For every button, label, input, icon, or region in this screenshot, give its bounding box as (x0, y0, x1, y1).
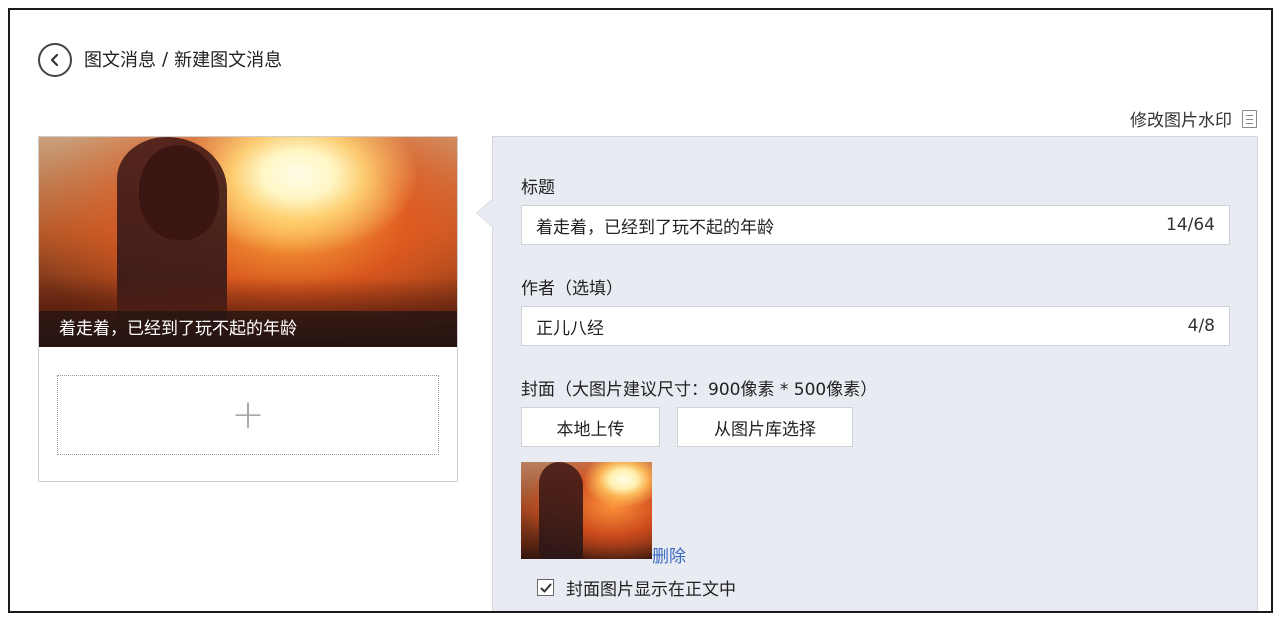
delete-cover-link[interactable]: 删除 (652, 542, 686, 567)
panel-pointer (477, 199, 493, 227)
breadcrumb-separator: / (162, 48, 169, 70)
edit-watermark-link[interactable]: 修改图片水印 (1130, 106, 1257, 131)
title-label: 标题 (521, 178, 555, 198)
author-label: 作者（选填） (521, 279, 623, 299)
preview-cover-image[interactable]: 着走着，已经到了玩不起的年龄 (39, 137, 457, 347)
plus-icon: + (231, 392, 265, 438)
title-char-counter: 14/64 (1166, 215, 1215, 235)
checkmark-icon (540, 583, 551, 592)
choose-from-library-button[interactable]: 从图片库选择 (677, 407, 853, 447)
chevron-left-icon (50, 53, 59, 67)
breadcrumb-current: 新建图文消息 (174, 50, 283, 71)
breadcrumb: 图文消息 / 新建图文消息 (84, 46, 282, 72)
cover-thumbnail (521, 462, 652, 559)
show-cover-label: 封面图片显示在正文中 (566, 580, 736, 600)
thumbnail-silhouette (539, 462, 583, 559)
edit-watermark-label: 修改图片水印 (1130, 111, 1232, 131)
document-icon (1242, 109, 1257, 128)
cover-label: 封面（大图片建议尺寸：900像素 * 500像素） (521, 380, 878, 400)
app-frame: 图文消息 / 新建图文消息 修改图片水印 着走着，已经到了玩不起的年龄 + 标题… (8, 8, 1273, 613)
author-char-counter: 4/8 (1187, 316, 1215, 336)
author-input-value: 正儿八经 (536, 318, 604, 339)
silhouette-head (139, 145, 219, 240)
article-preview-panel: 着走着，已经到了玩不起的年龄 + (38, 136, 458, 482)
back-button[interactable] (38, 43, 72, 77)
author-input[interactable]: 正儿八经 4/8 (521, 306, 1230, 346)
title-input[interactable]: 着走着，已经到了玩不起的年龄 14/64 (521, 205, 1230, 245)
preview-caption: 着走着，已经到了玩不起的年龄 (39, 311, 457, 347)
add-article-button[interactable]: + (57, 375, 439, 455)
article-edit-form: 标题 着走着，已经到了玩不起的年龄 14/64 作者（选填） 正儿八经 4/8 … (476, 136, 1258, 611)
title-input-value: 着走着，已经到了玩不起的年龄 (536, 217, 774, 238)
breadcrumb-parent-link[interactable]: 图文消息 (84, 46, 156, 72)
upload-local-button[interactable]: 本地上传 (521, 407, 660, 447)
show-cover-in-body-row[interactable]: 封面图片显示在正文中 (537, 575, 736, 600)
show-cover-checkbox[interactable] (537, 579, 554, 596)
